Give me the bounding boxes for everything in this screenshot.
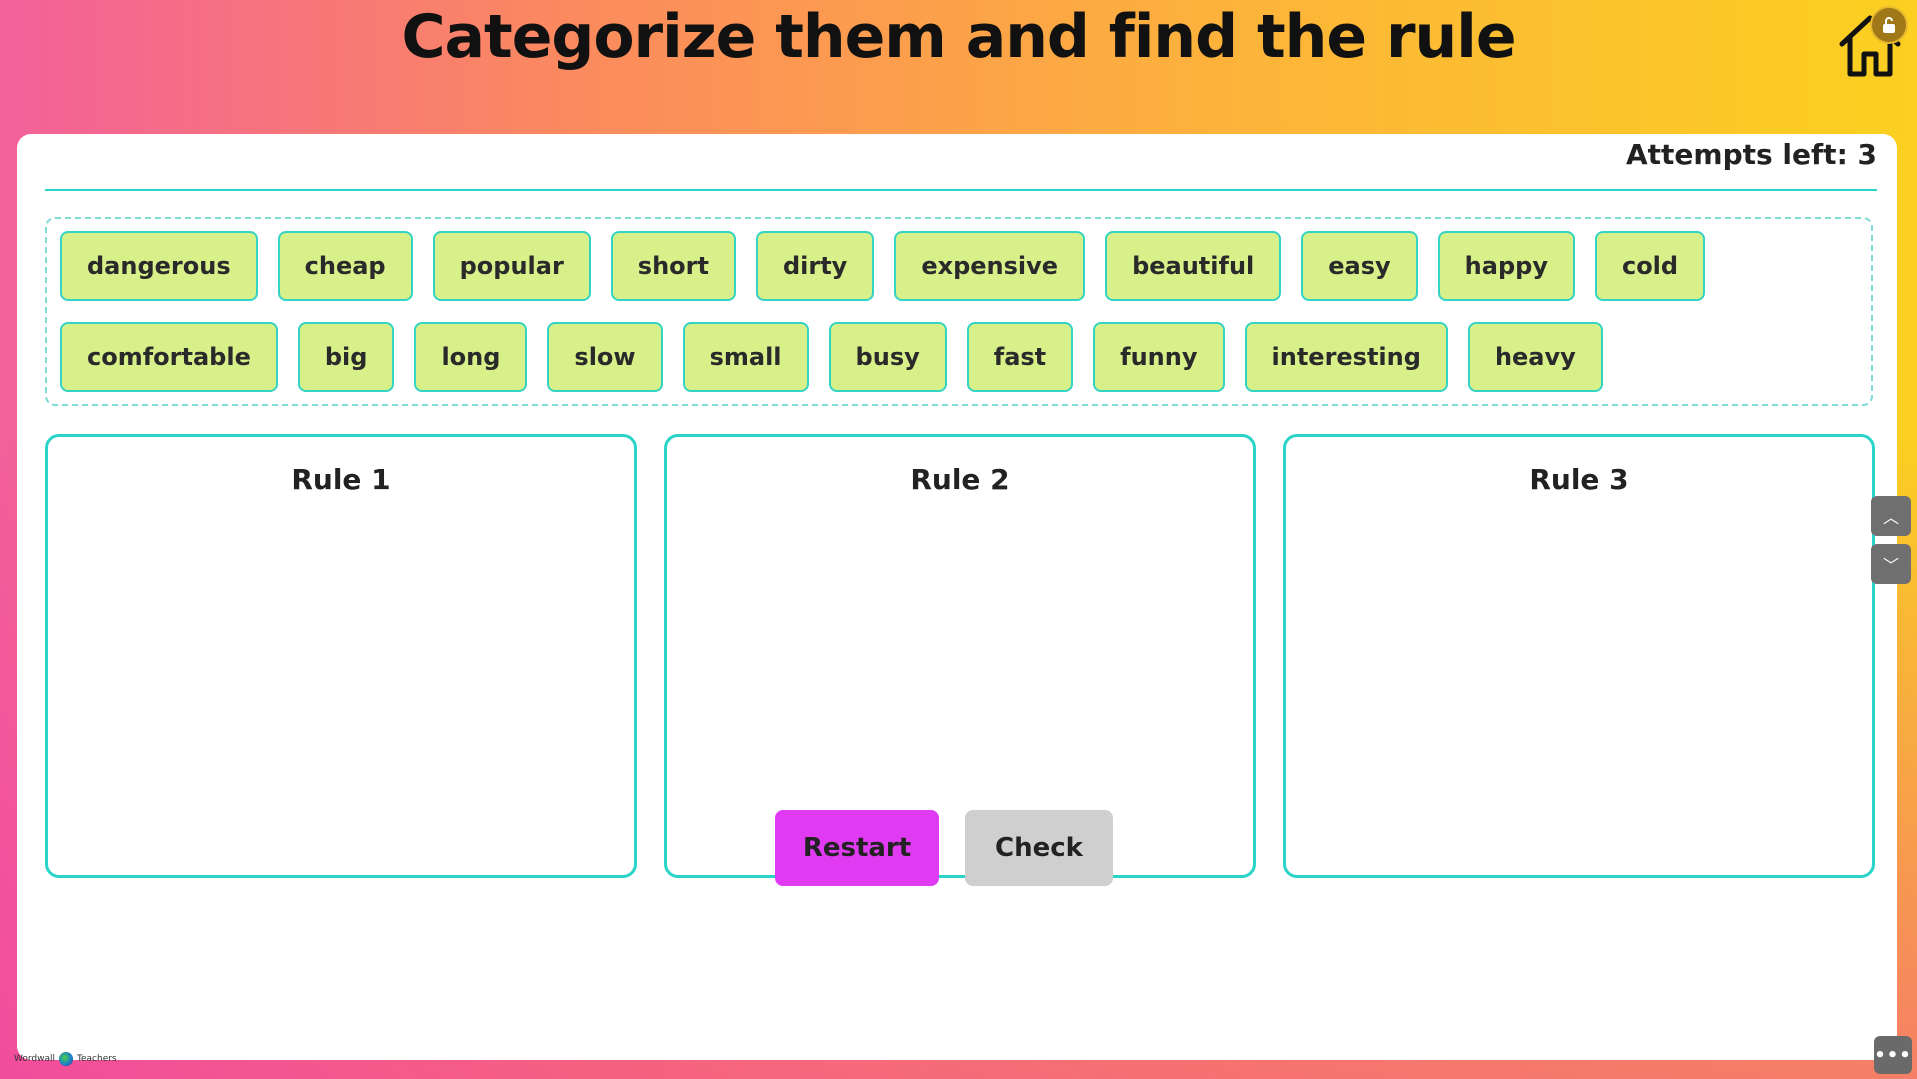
lock-icon[interactable]	[1870, 6, 1908, 44]
word-chip[interactable]: beautiful	[1105, 231, 1282, 301]
rule-1-title: Rule 1	[291, 463, 391, 496]
word-chip[interactable]: small	[682, 322, 809, 392]
rule-1-dropzone[interactable]: Rule 1	[45, 434, 637, 878]
word-chip[interactable]: fast	[966, 322, 1074, 392]
scroll-up-button[interactable]: ︿	[1871, 496, 1911, 536]
page-title: Categorize them and find the rule	[401, 2, 1516, 72]
brand-right-text: Teachers	[77, 1054, 117, 1064]
attempts-counter: Attempts left: 3	[1625, 138, 1877, 171]
word-chip[interactable]: heavy	[1467, 322, 1603, 392]
unlock-glyph	[1883, 17, 1895, 33]
word-chip[interactable]: easy	[1301, 231, 1418, 301]
word-chip[interactable]: dirty	[755, 231, 875, 301]
word-chip[interactable]: slow	[547, 322, 663, 392]
word-chip[interactable]: comfortable	[60, 322, 278, 392]
header-divider	[45, 189, 1877, 191]
word-chip[interactable]: dangerous	[60, 231, 258, 301]
word-chip[interactable]: interesting	[1244, 322, 1448, 392]
scroll-down-button[interactable]: ﹀	[1871, 544, 1911, 584]
globe-icon	[59, 1052, 74, 1066]
rule-2-dropzone[interactable]: Rule 2	[664, 434, 1256, 878]
word-chip[interactable]: cold	[1594, 231, 1706, 301]
brand-left-text: Wordwall	[14, 1054, 56, 1064]
word-chip[interactable]: funny	[1093, 322, 1225, 392]
chevron-down-icon: ﹀	[1882, 556, 1899, 575]
more-options-button[interactable]: •••	[1874, 1036, 1912, 1074]
word-chip[interactable]: happy	[1437, 231, 1575, 301]
word-chip[interactable]: big	[297, 322, 395, 392]
word-chip[interactable]: busy	[828, 322, 947, 392]
word-bank-row-2: comfortable big long slow small busy fas…	[60, 322, 1603, 392]
rule-2-title: Rule 2	[910, 463, 1010, 496]
word-chip[interactable]: long	[414, 322, 528, 392]
word-chip[interactable]: popular	[432, 231, 591, 301]
rule-3-title: Rule 3	[1529, 463, 1629, 496]
rule-3-dropzone[interactable]: Rule 3	[1283, 434, 1875, 878]
ellipsis-icon: •••	[1874, 1044, 1912, 1066]
word-chip[interactable]: short	[610, 231, 736, 301]
word-chip[interactable]: expensive	[894, 231, 1086, 301]
word-bank: dangerous cheap popular short dirty expe…	[45, 217, 1873, 406]
word-bank-row-1: dangerous cheap popular short dirty expe…	[60, 231, 1706, 301]
game-panel: Attempts left: 3 dangerous cheap popular…	[17, 134, 1897, 1060]
check-button[interactable]: Check	[965, 810, 1113, 886]
chevron-up-icon: ︿	[1882, 508, 1899, 527]
brand-logo: Wordwall Teachers	[14, 1052, 117, 1066]
restart-button[interactable]: Restart	[775, 810, 939, 886]
word-chip[interactable]: cheap	[277, 231, 413, 301]
